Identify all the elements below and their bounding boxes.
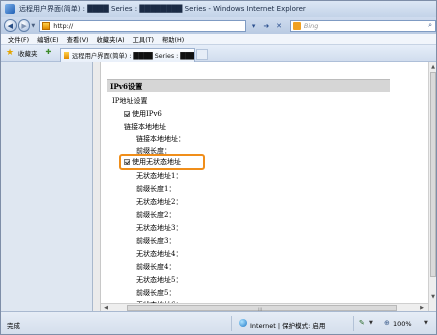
go-arrow-icon[interactable]: ➜ [261, 20, 271, 31]
tools-icon[interactable]: ✎ [359, 319, 367, 327]
stateless-prefix-4-field: 前缀长度4： [136, 263, 176, 271]
vertical-scroll-thumb[interactable] [430, 72, 436, 277]
scroll-up-icon[interactable]: ▲ [430, 63, 436, 71]
tab-favicon-icon [63, 51, 69, 59]
stateless-prefix-2-field: 前缀长度2： [136, 211, 176, 219]
address-toolbar: ◀ ▶ ▼ http:// ▾ ➜ ✕ Bing ⌕ [1, 17, 436, 34]
stateless-address-3-field: 无状态地址3： [136, 224, 183, 232]
tools-dropdown-icon[interactable]: ▼ [369, 320, 373, 326]
browser-tab[interactable]: 远程用户界面(简单) : ████ Series : ████████ … [59, 47, 195, 62]
history-dropdown-icon[interactable]: ▼ [31, 23, 35, 29]
left-frame [1, 62, 93, 311]
forward-button[interactable]: ▶ [17, 19, 31, 32]
ip-address-settings-label: IP地址设置 [112, 97, 148, 105]
favorites-button[interactable]: 收藏夹 [18, 48, 38, 58]
main-frame: IPv6设置 IP地址设置 使用IPv6 链接本地地址 链接本地地址： 前缀长度… [101, 62, 428, 311]
menu-bar: 文件(F) 编辑(E) 查看(V) 收藏夹(A) 工具(T) 帮助(H) [1, 34, 436, 45]
internet-zone-icon [239, 319, 247, 327]
security-zone-label[interactable]: Internet | 保护模式: 启用 [250, 320, 325, 330]
stateless-address-1-field: 无状态地址1： [136, 172, 183, 180]
stateless-prefix-3-field: 前缀长度3： [136, 237, 176, 245]
link-local-address-field: 链接本地地址： [136, 135, 185, 143]
stop-icon[interactable]: ✕ [274, 20, 284, 31]
tab-title[interactable]: 远程用户界面(简单) : ████ Series : ████████ … [72, 51, 194, 60]
zoom-icon[interactable]: ⊕ [384, 319, 390, 327]
address-dropdown-icon[interactable]: ▾ [249, 20, 259, 31]
new-tab-button[interactable] [195, 49, 208, 60]
menu-file[interactable]: 文件(F) [8, 35, 29, 44]
status-text: 完成 [7, 322, 20, 330]
use-ipv6-checkbox[interactable] [124, 111, 130, 117]
back-button[interactable]: ◀ [4, 19, 17, 32]
search-input[interactable]: Bing [304, 22, 428, 30]
title-bar: 远程用户界面(简单) : ████ Series : ████████ Seri… [1, 1, 436, 17]
window-title: 远程用户界面(简单) : ████ Series : ████████ Seri… [19, 5, 306, 13]
use-stateless-address-label: 使用无状态地址 [132, 158, 181, 166]
page-favicon-icon [42, 21, 51, 30]
use-stateless-address-checkbox[interactable] [124, 159, 130, 165]
zoom-level[interactable]: 100% [393, 320, 412, 328]
favorites-bar: ★ 收藏夹 ✚ 远程用户界面(简单) : ████ Series : █████… [1, 45, 436, 62]
internet-explorer-icon [5, 4, 15, 14]
favorites-star-icon[interactable]: ★ [6, 48, 15, 58]
add-favorite-icon[interactable]: ✚ [46, 48, 58, 58]
page-content: IPv6设置 IP地址设置 使用IPv6 链接本地地址 链接本地地址： 前缀长度… [1, 62, 436, 312]
menu-view[interactable]: 查看(V) [67, 35, 89, 44]
search-box[interactable]: Bing ⌕ [289, 19, 436, 32]
address-field[interactable]: http:// [39, 19, 246, 32]
menu-edit[interactable]: 编辑(E) [37, 35, 59, 44]
status-bar: 完成 Internet | 保护模式: 启用 ✎ ▼ ⊕ 100% ▼ [1, 311, 436, 334]
link-local-address-heading: 链接本地地址 [124, 123, 166, 131]
stateless-address-2-field: 无状态地址2： [136, 198, 183, 206]
browser-window: 远程用户界面(简单) : ████ Series : ████████ Seri… [0, 0, 437, 335]
status-divider [231, 316, 232, 331]
vertical-scrollbar[interactable]: ▲ ▼ [428, 62, 436, 311]
section-title: IPv6设置 [110, 82, 143, 91]
horizontal-scrollbar[interactable]: ◀ ||| ▶ [101, 303, 428, 312]
scroll-down-icon[interactable]: ▼ [430, 293, 436, 301]
stateless-prefix-1-field: 前缀长度1： [136, 185, 176, 193]
stateless-address-4-field: 无状态地址4： [136, 250, 183, 258]
address-url[interactable]: http:// [53, 22, 73, 30]
menu-tools[interactable]: 工具(T) [133, 35, 154, 44]
use-ipv6-label: 使用IPv6 [132, 110, 162, 118]
status-divider [353, 316, 354, 331]
section-header: IPv6设置 [107, 79, 390, 92]
stateless-address-5-field: 无状态地址5： [136, 276, 183, 284]
search-icon[interactable]: ⌕ [428, 21, 432, 30]
search-provider-icon [292, 21, 301, 30]
zoom-dropdown-icon[interactable]: ▼ [424, 320, 428, 326]
stateless-prefix-5-field: 前缀长度5： [136, 289, 176, 297]
left-frame-scrollbar[interactable] [93, 62, 101, 311]
menu-help[interactable]: 帮助(H) [162, 35, 184, 44]
menu-favorites[interactable]: 收藏夹(A) [96, 35, 124, 44]
